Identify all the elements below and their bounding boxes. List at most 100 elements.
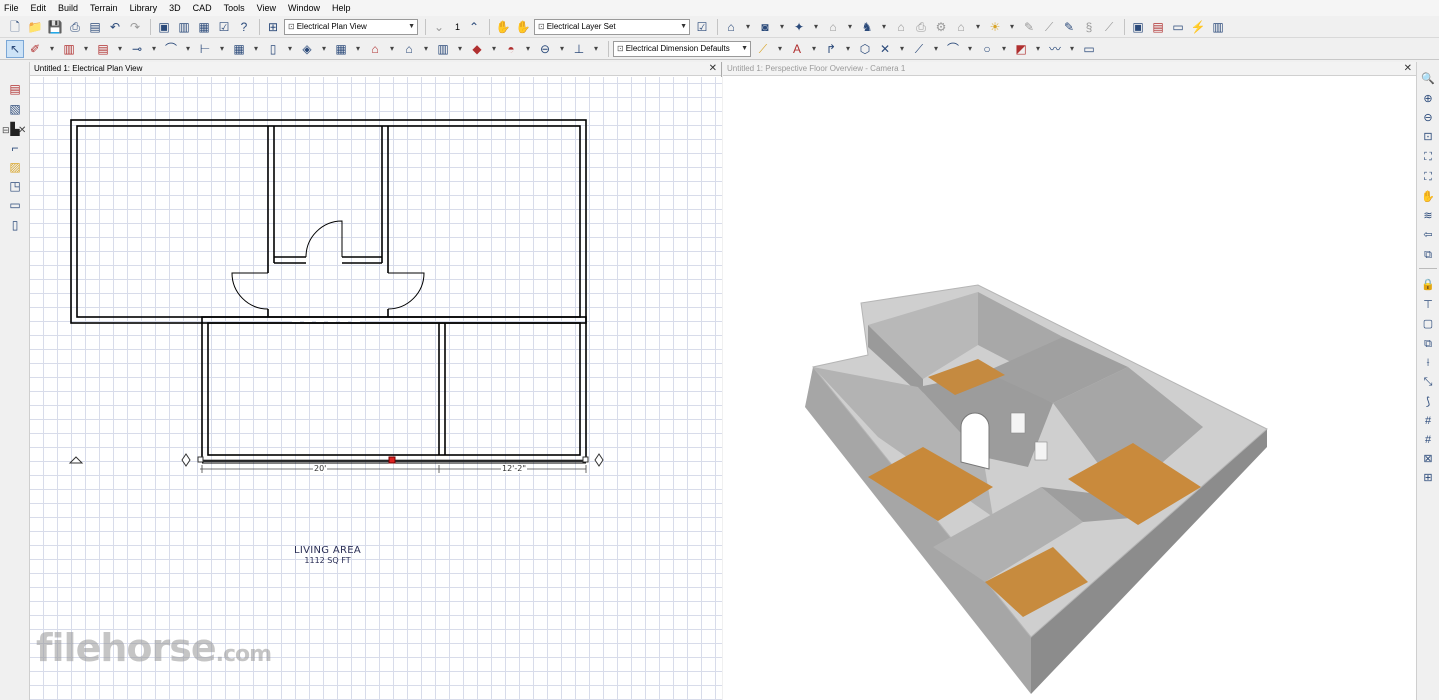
layout-icon[interactable]: ◳ xyxy=(6,177,24,195)
angle-snap-icon[interactable]: # xyxy=(1419,412,1437,430)
previous-floor-icon[interactable]: ⌄ xyxy=(430,18,448,36)
stairs-icon[interactable]: ⌒ xyxy=(162,40,180,58)
close-icon[interactable]: ✕ xyxy=(1404,63,1412,74)
zoom-in-icon[interactable]: ⊕ xyxy=(1419,90,1437,108)
close-cad-icon[interactable]: ✕ xyxy=(876,40,894,58)
fixture-icon[interactable]: ◓ xyxy=(502,40,520,58)
zoom-box-icon[interactable]: ⊡ xyxy=(1419,128,1437,146)
chevron-down-icon[interactable]: ▾ xyxy=(420,40,432,58)
open-folder-icon[interactable]: 📁 xyxy=(26,18,44,36)
chevron-down-icon[interactable]: ▾ xyxy=(590,40,602,58)
print-preview-icon[interactable]: ▤ xyxy=(86,18,104,36)
zoom-icon[interactable]: 🔍 xyxy=(1419,70,1437,88)
menu-build[interactable]: Build xyxy=(58,3,78,13)
hand-pan-icon[interactable]: ✋ xyxy=(494,18,512,36)
chevron-down-icon[interactable]: ▾ xyxy=(774,40,786,58)
red-plan-icon[interactable]: ▤ xyxy=(6,80,24,98)
section-icon[interactable]: ⌂ xyxy=(824,18,842,36)
library-icon[interactable]: ▥ xyxy=(175,18,193,36)
chevron-down-icon[interactable]: ▾ xyxy=(972,18,984,36)
chevron-down-icon[interactable]: ▾ xyxy=(488,40,500,58)
temp-dim-icon[interactable]: ⟊ xyxy=(1419,354,1437,372)
full-camera-icon[interactable]: ⌂ xyxy=(722,18,740,36)
object-snap-icon[interactable]: # xyxy=(1419,431,1437,449)
material-painter-icon[interactable]: ⟋ xyxy=(1040,18,1058,36)
layout-snap-icon[interactable]: ⊞ xyxy=(1419,469,1437,487)
chevron-down-icon[interactable]: ▾ xyxy=(998,40,1010,58)
terrain-icon[interactable]: ⌂ xyxy=(400,40,418,58)
select-arrow-icon[interactable]: ↖ xyxy=(6,39,24,58)
lock-icon[interactable]: 🔒 xyxy=(1419,276,1437,294)
fill-all-icon[interactable]: ⛶ xyxy=(1419,168,1437,186)
chevron-down-icon[interactable]: ▾ xyxy=(148,40,160,58)
yellow-plan-icon[interactable]: ▨ xyxy=(6,158,24,176)
room-icon[interactable]: ▦ xyxy=(332,40,350,58)
text-style-icon[interactable]: A xyxy=(788,40,806,58)
chevron-down-icon[interactable]: ▾ xyxy=(386,40,398,58)
layer-set-combo[interactable]: ⊡ Electrical Layer Set ▼ xyxy=(534,18,691,35)
chevron-down-icon[interactable]: ▾ xyxy=(878,18,890,36)
chevron-down-icon[interactable]: ▾ xyxy=(930,40,942,58)
layer-display-icon[interactable]: ▦ xyxy=(195,18,213,36)
railing-icon[interactable]: ▥ xyxy=(60,40,78,58)
grid-icon[interactable]: ◈ xyxy=(298,40,316,58)
chevron-down-icon[interactable]: ▾ xyxy=(46,40,58,58)
build-tools-icon[interactable]: ⎙ xyxy=(912,18,930,36)
black-elevation-icon[interactable]: ▙ xyxy=(6,120,24,138)
next-floor-icon[interactable]: ⌃ xyxy=(465,18,483,36)
chevron-down-icon[interactable]: ▾ xyxy=(80,40,92,58)
copy-icon[interactable]: ⧉ xyxy=(1419,335,1437,353)
shape-icon[interactable]: ▥ xyxy=(434,40,452,58)
chevron-down-icon[interactable]: ▾ xyxy=(454,40,466,58)
default-settings-icon[interactable]: ☑ xyxy=(215,18,233,36)
menu-tools[interactable]: Tools xyxy=(224,3,245,13)
chevron-down-icon[interactable]: ▾ xyxy=(742,18,754,36)
save-icon[interactable]: 💾 xyxy=(46,18,64,36)
fill-window-icon[interactable]: ⛶ xyxy=(1419,148,1437,166)
electrical-outlet-icon[interactable]: ⊸ xyxy=(128,40,146,58)
wall-elevation-icon[interactable]: ▭ xyxy=(6,196,24,214)
close-icon[interactable]: ✕ xyxy=(709,63,717,74)
pan-icon[interactable]: ✋ xyxy=(1419,188,1437,206)
dimension-line-icon[interactable]: ⊤ xyxy=(1419,296,1437,314)
chevron-down-icon[interactable]: ▾ xyxy=(810,18,822,36)
plan-view-icon[interactable]: ⊞ xyxy=(264,18,282,36)
material-icon[interactable]: ◆ xyxy=(468,40,486,58)
ortho-icon[interactable]: ⊠ xyxy=(1419,450,1437,468)
hand-alt-icon[interactable]: ✋ xyxy=(514,18,532,36)
help-icon[interactable]: ? xyxy=(235,18,253,36)
paint-icon[interactable]: ✎ xyxy=(1060,18,1078,36)
chevron-down-icon[interactable]: ▾ xyxy=(182,40,194,58)
cabinet-door-icon[interactable]: ⊖ xyxy=(536,40,554,58)
print-icon[interactable]: ⎙ xyxy=(66,18,84,36)
chevron-down-icon[interactable]: ▾ xyxy=(896,40,908,58)
doors-icon[interactable]: ▯ xyxy=(264,40,282,58)
callout-arrow-icon[interactable]: ↱ xyxy=(822,40,840,58)
camera-tools-icon[interactable]: ◙ xyxy=(756,18,774,36)
plan-grid[interactable]: 20' 12'-2" LIVING AREA 1112 SQ FT xyxy=(30,77,722,700)
roof-icon[interactable]: ⌂ xyxy=(892,18,910,36)
landscape-icon[interactable]: ⊥ xyxy=(570,40,588,58)
arc-tool-icon[interactable]: ⌒ xyxy=(944,40,962,58)
cad-file-icon[interactable]: ▭ xyxy=(1080,40,1098,58)
chevron-down-icon[interactable]: ▾ xyxy=(808,40,820,58)
chevron-down-icon[interactable]: ▾ xyxy=(284,40,296,58)
cad-layout-icon[interactable]: ▤ xyxy=(1149,18,1167,36)
forward-view-icon[interactable]: ⧉ xyxy=(1419,246,1437,264)
page-icon[interactable]: ▯ xyxy=(6,216,24,234)
window-icon[interactable]: ▭ xyxy=(1169,18,1187,36)
walls-icon[interactable]: ♞ xyxy=(858,18,876,36)
chevron-down-icon[interactable]: ▾ xyxy=(1066,40,1078,58)
chevron-down-icon[interactable]: ▾ xyxy=(250,40,262,58)
chevron-down-icon[interactable]: ▾ xyxy=(1032,40,1044,58)
chevron-down-icon[interactable]: ▾ xyxy=(964,40,976,58)
menu-library[interactable]: Library xyxy=(130,3,158,13)
detail-icon[interactable]: ⌐ xyxy=(6,139,24,157)
menu-terrain[interactable]: Terrain xyxy=(90,3,118,13)
tile-horizontal-icon[interactable]: ▣ xyxy=(1129,18,1147,36)
cad-block-icon[interactable]: ⬡ xyxy=(856,40,874,58)
chevron-down-icon[interactable]: ▾ xyxy=(842,40,854,58)
redo-icon[interactable]: ↷ xyxy=(126,18,144,36)
spline-tool-icon[interactable]: 〰 xyxy=(1046,40,1064,58)
menu-window[interactable]: Window xyxy=(288,3,320,13)
